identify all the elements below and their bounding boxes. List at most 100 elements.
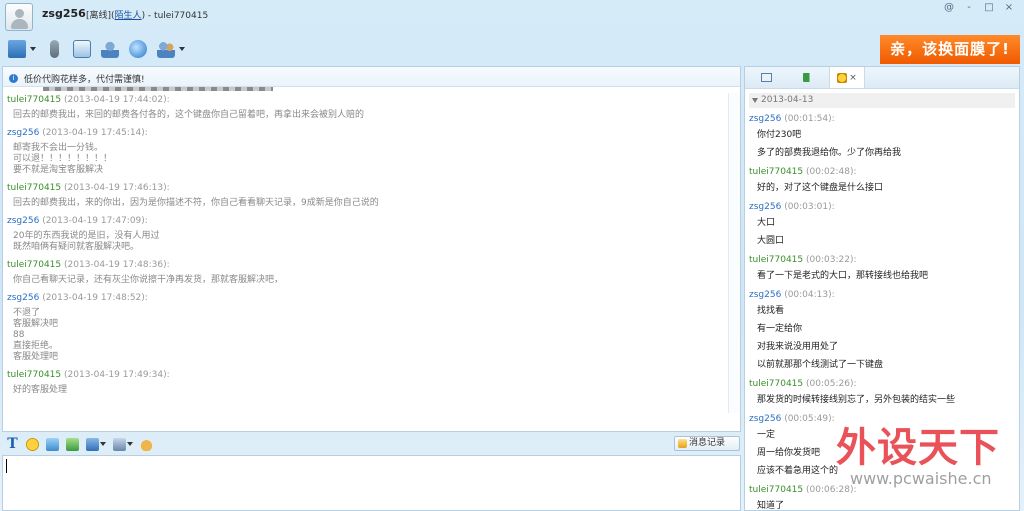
message-body: 20年的东西我说的是旧，没有人用过 既然咱俩有疑问就客服解决吧。 — [7, 231, 730, 253]
notice-strip — [43, 87, 273, 91]
message-body: 你自己看聊天记录，还有灰尘你说擦干净再发货，那就客服解决吧， — [7, 275, 730, 286]
message-header: tulei770415 (00:02:48): — [749, 165, 1021, 179]
bell-icon[interactable] — [140, 437, 153, 451]
side-panel-tabs: × — [745, 67, 1019, 89]
message-time: (2013-04-19 17:48:52): — [42, 293, 148, 303]
folder-icon[interactable] — [8, 40, 26, 58]
chat-message: zsg256 (2013-04-19 17:45:14): 邮寄我不会出一分钱。可… — [7, 127, 730, 176]
history-icon — [837, 72, 848, 83]
message-time: (00:02:48): — [806, 167, 857, 177]
stranger-link[interactable]: 陌生人 — [115, 11, 142, 21]
skin-button[interactable]: @ — [942, 2, 956, 14]
message-line: 你付230吧 — [757, 130, 802, 140]
message-header: tulei770415 (00:03:22): — [749, 253, 1021, 267]
history-icon — [678, 439, 687, 448]
screenshot-icon[interactable] — [66, 437, 79, 451]
screen-capture-icon[interactable] — [86, 437, 99, 451]
message-line: 好的客服处理 — [13, 385, 68, 395]
message-line: 大口 — [757, 218, 776, 228]
message-sender: zsg256 — [749, 414, 782, 424]
message-sender: zsg256 — [749, 290, 782, 300]
message-history-button[interactable]: 消息记录 — [674, 436, 740, 451]
group-users-icon[interactable] — [157, 40, 175, 58]
close-icon[interactable]: × — [849, 73, 857, 83]
tab-message-history[interactable]: × — [829, 67, 865, 88]
image-icon[interactable] — [46, 437, 59, 451]
message-header: zsg256 (00:01:54): — [749, 112, 1021, 126]
history-date: 2013-04-13 — [761, 95, 814, 105]
minimize-button[interactable]: - — [962, 2, 976, 14]
message-header: zsg256 (2013-04-19 17:45:14): — [7, 127, 730, 140]
message-header: zsg256 (2013-04-19 17:48:52): — [7, 292, 730, 305]
message-sender: tulei770415 — [749, 167, 804, 177]
main-toolbar — [8, 38, 185, 60]
message-line: 可以退！！！！！！！！ — [13, 154, 113, 164]
message-line: 那发货的时候转接线别忘了，另外包装的结实一些 — [757, 395, 956, 405]
avatar-body-icon — [11, 19, 28, 29]
message-line: 不退了 — [13, 308, 41, 318]
history-message: tulei770415 (00:02:48): 好的，对了这个键盘是什么接口 — [749, 165, 1021, 197]
notice-text: 低价代购花样多，代付需谨慎! — [24, 75, 145, 85]
message-header: tulei770415 (00:05:26): — [749, 377, 1021, 391]
emoji-icon[interactable] — [26, 437, 39, 451]
chat-history-panel: i 低价代购花样多，代付需谨慎! tulei770415 (2013-04-19… — [2, 66, 741, 432]
message-time: (00:04:13): — [784, 290, 835, 300]
text-caret — [6, 459, 7, 473]
message-header: tulei770415 (2013-04-19 17:49:34): — [7, 369, 730, 382]
watermark: 外设天下 www.pcwaishe.cn — [836, 415, 1022, 507]
message-sender: tulei770415 — [7, 95, 62, 105]
video-call-icon[interactable] — [73, 40, 91, 58]
maximize-button[interactable]: □ — [982, 2, 996, 14]
promo-banner[interactable]: 亲，该换面膜了! — [880, 35, 1020, 64]
message-body: 好的客服处理 — [7, 385, 730, 396]
message-line: 邮寄我不会出一分钱。 — [13, 143, 104, 153]
message-body: 回去的邮费我出，来的你出，因为是你描述不符，你自己看看聊天记录，9成新是你自己说… — [7, 198, 730, 209]
contact-status: [离线](陌生人) - tulei770415 — [86, 8, 208, 21]
history-date-header[interactable]: 2013-04-13 — [749, 93, 1015, 108]
title-bar: zsg256 [离线](陌生人) - tulei770415 @ - □ × — [0, 0, 1024, 34]
message-time: (2013-04-19 17:44:02): — [64, 95, 170, 105]
avatar[interactable] — [5, 3, 33, 31]
globe-icon[interactable] — [129, 40, 147, 58]
chat-message: tulei770415 (2013-04-19 17:44:02): 回去的邮费我… — [7, 94, 730, 121]
chevron-down-icon[interactable] — [179, 47, 185, 51]
message-line: 既然咱俩有疑问就客服解决吧。 — [13, 242, 140, 252]
message-line: 看了一下是老式的大口，那转接线也给我吧 — [757, 271, 929, 281]
message-line: 找找看 — [757, 306, 785, 316]
chevron-down-icon — [752, 98, 758, 103]
message-time: (2013-04-19 17:47:09): — [42, 216, 148, 226]
message-line: 多了的部费我退给你。少了你再给我 — [757, 148, 902, 158]
microphone-icon[interactable] — [50, 40, 59, 58]
tab-send-file[interactable] — [787, 67, 829, 88]
avatar-head-icon — [15, 9, 24, 18]
message-time: (2013-04-19 17:45:14): — [42, 128, 148, 138]
tab-contact-info[interactable] — [745, 67, 787, 88]
message-body: 回去的邮费我出，来回的邮费各付各的，这个键盘你自己留着吧，再拿出来会被别人赔的 — [7, 110, 730, 121]
message-time: (2013-04-19 17:46:13): — [64, 183, 170, 193]
message-sender: zsg256 — [7, 293, 40, 303]
file-icon[interactable] — [113, 437, 126, 451]
add-contact-icon[interactable] — [101, 40, 119, 58]
contact-nickname: zsg256 — [42, 7, 86, 20]
close-button[interactable]: × — [1002, 2, 1016, 14]
chevron-down-icon[interactable] — [127, 442, 133, 446]
message-line: 好的，对了这个键盘是什么接口 — [757, 183, 884, 193]
chat-scrollbar[interactable] — [728, 93, 740, 413]
message-input[interactable] — [2, 455, 741, 511]
chevron-down-icon[interactable] — [30, 47, 36, 51]
message-sender: zsg256 — [749, 114, 782, 124]
message-line: 直接拒绝。 — [13, 341, 59, 351]
send-file-icon — [802, 73, 814, 82]
message-header: tulei770415 (2013-04-19 17:48:36): — [7, 259, 730, 272]
chat-message: tulei770415 (2013-04-19 17:48:36): 你自己看聊天… — [7, 259, 730, 286]
chevron-down-icon[interactable] — [100, 442, 106, 446]
font-icon[interactable]: T — [6, 437, 19, 451]
chat-message: zsg256 (2013-04-19 17:47:09): 20年的东西我说的是旧… — [7, 215, 730, 253]
message-line: 客服处理吧 — [13, 352, 59, 362]
chat-message-list[interactable]: tulei770415 (2013-04-19 17:44:02): 回去的邮费我… — [3, 93, 730, 413]
message-line: 客服解决吧 — [13, 319, 59, 329]
message-line: 20年的东西我说的是旧，没有人用过 — [13, 231, 160, 241]
message-line: 大圆口 — [757, 236, 785, 246]
window-controls: @ - □ × — [942, 2, 1016, 14]
message-sender: tulei770415 — [749, 485, 804, 495]
